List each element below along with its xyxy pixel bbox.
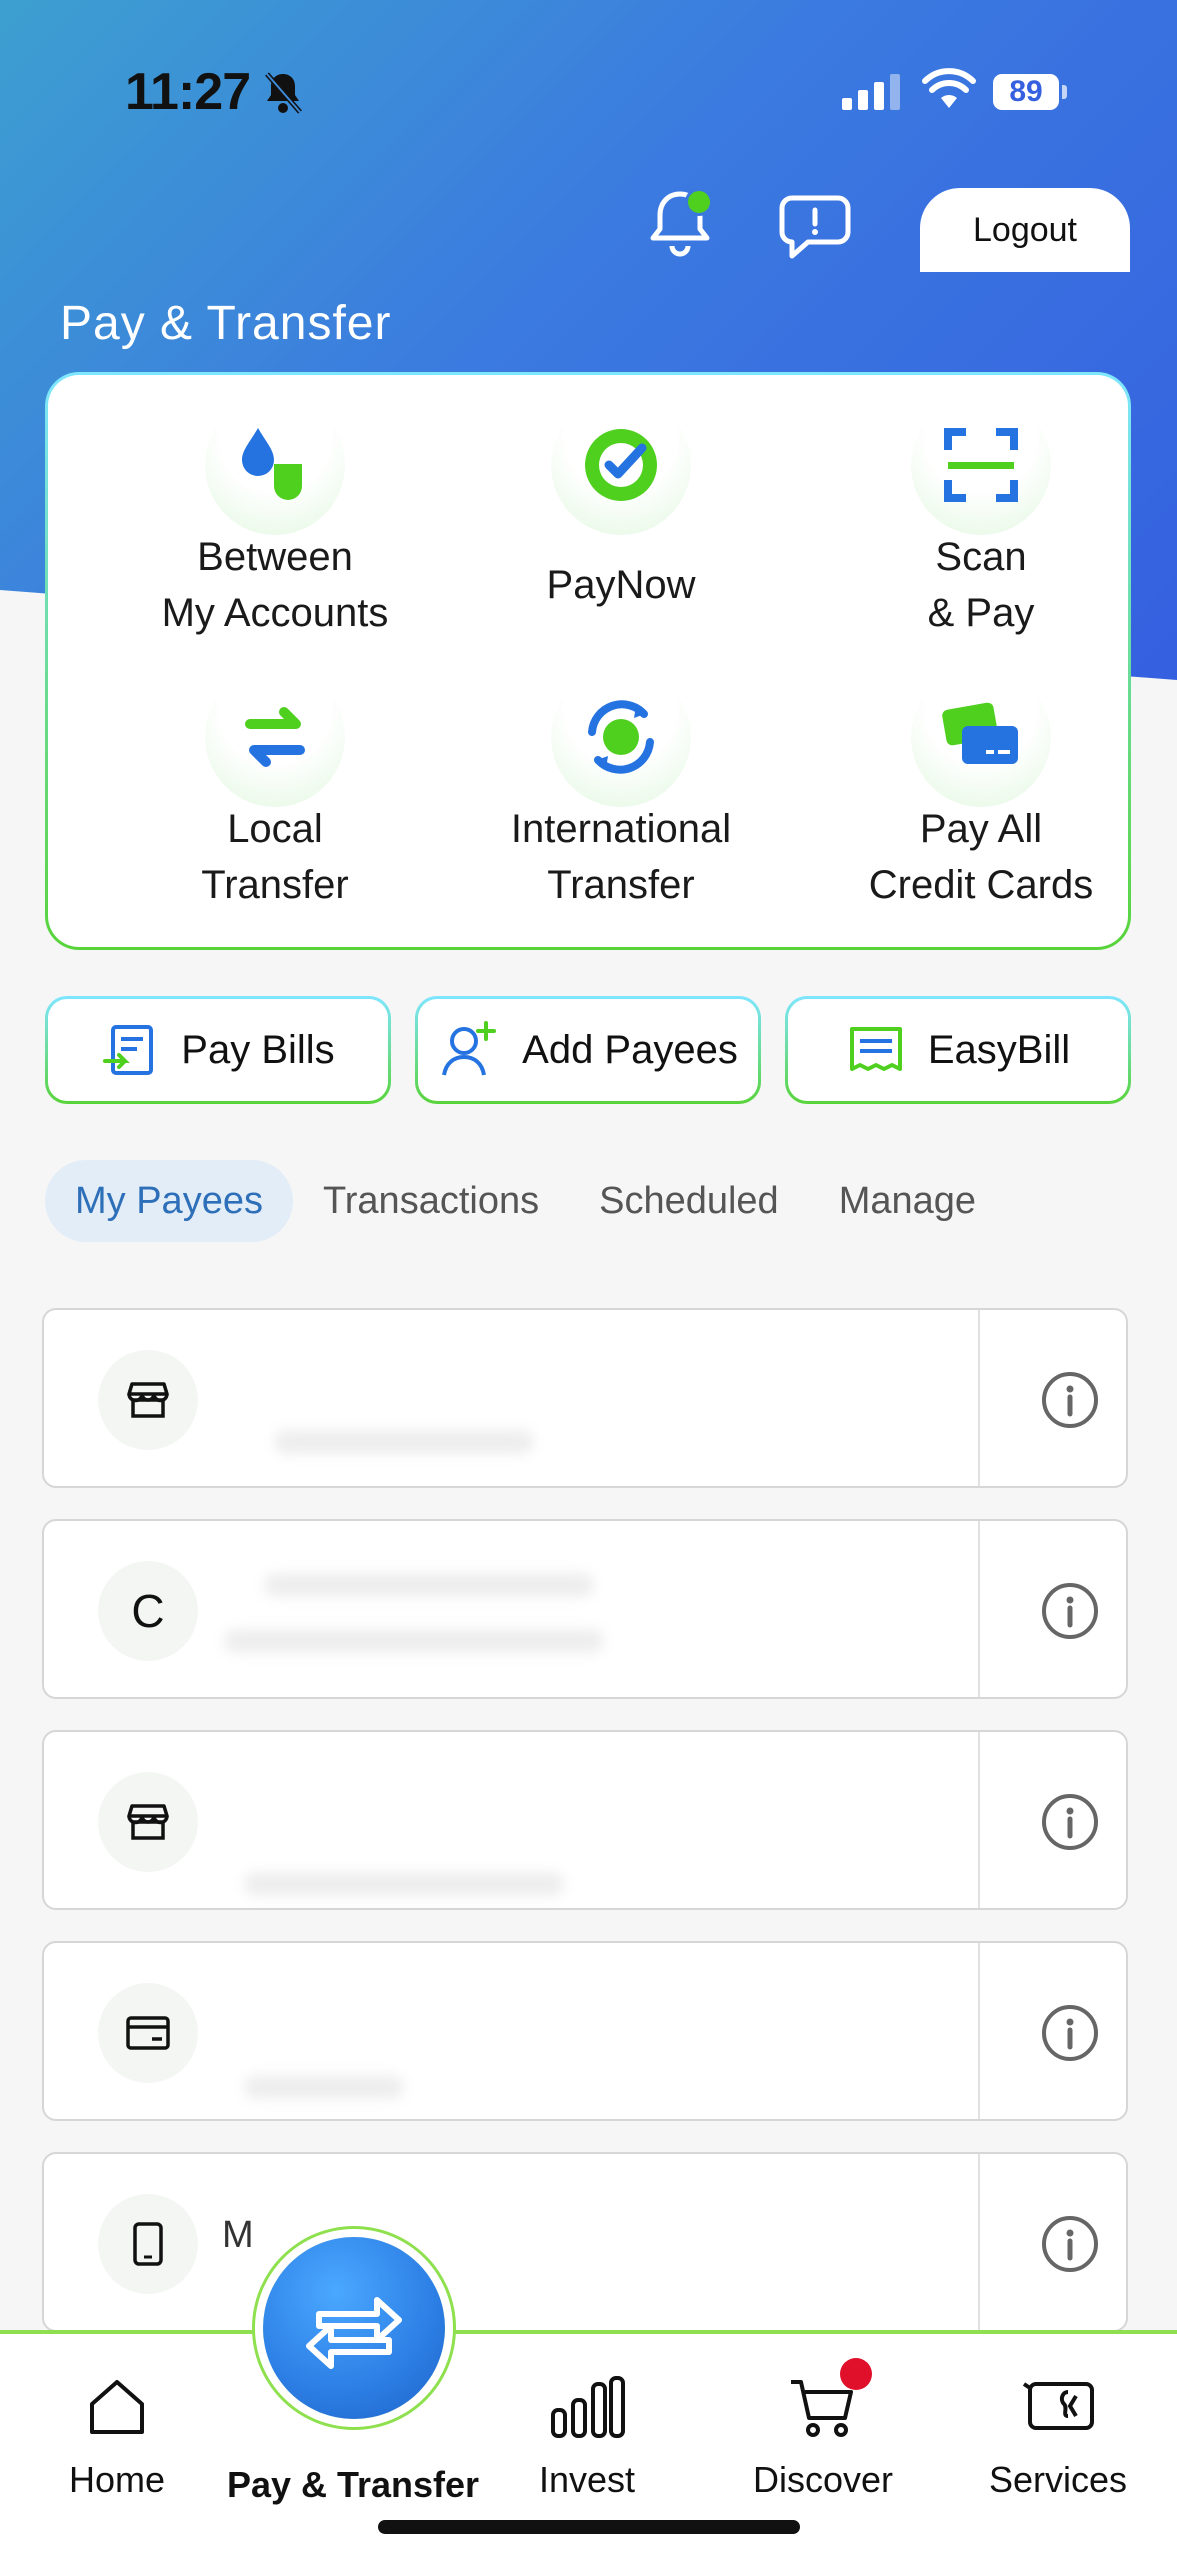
tab-my-payees[interactable]: My Payees xyxy=(45,1160,293,1242)
pay-bills-label: Pay Bills xyxy=(181,1027,335,1072)
payee-avatar-initial: C xyxy=(98,1561,198,1661)
row-divider xyxy=(978,1732,980,1908)
nav-home[interactable]: Home xyxy=(17,2374,217,2501)
nav-invest[interactable]: Invest xyxy=(487,2374,687,2501)
chat-button[interactable] xyxy=(778,192,852,262)
row-divider xyxy=(978,1310,980,1486)
easybill-button[interactable]: EasyBill xyxy=(785,996,1131,1104)
cell-signal-icon xyxy=(842,74,904,115)
paynow-button[interactable]: PayNow xyxy=(451,395,791,613)
add-payees-button[interactable]: Add Payees xyxy=(415,996,761,1104)
bill-icon xyxy=(103,1025,154,1075)
pay-bills-button[interactable]: Pay Bills xyxy=(45,996,391,1104)
redacted-detail xyxy=(224,1629,604,1653)
nav-label: Services xyxy=(988,2459,1128,2500)
row-divider xyxy=(978,2154,980,2330)
battery-indicator: 89 xyxy=(993,74,1067,110)
add-user-icon xyxy=(442,1021,497,1076)
redacted-name xyxy=(274,1430,534,1454)
international-transfer-icon xyxy=(551,667,691,807)
silent-bell-icon xyxy=(262,70,304,121)
pay-credit-cards-button[interactable]: Pay All Credit Cards xyxy=(811,667,1151,913)
notification-badge xyxy=(685,188,713,216)
redacted-name xyxy=(264,1573,594,1597)
easybill-label: EasyBill xyxy=(927,1027,1071,1072)
payee-row[interactable] xyxy=(42,1941,1128,2121)
transfer-icon xyxy=(306,2297,402,2369)
store-icon xyxy=(98,1350,198,1450)
tab-transactions[interactable]: Transactions xyxy=(293,1160,569,1242)
payee-row[interactable] xyxy=(42,1730,1128,1910)
credit-card-icon xyxy=(911,667,1051,807)
logout-button[interactable]: Logout xyxy=(920,188,1130,272)
services-icon xyxy=(1022,2382,1094,2430)
info-icon[interactable] xyxy=(1028,2202,1112,2286)
invest-icon xyxy=(551,2376,625,2438)
nav-services[interactable]: Services xyxy=(958,2374,1158,2501)
add-payees-label: Add Payees xyxy=(522,1027,738,1072)
card-icon xyxy=(98,1983,198,2083)
row-divider xyxy=(978,1521,980,1697)
payee-row[interactable] xyxy=(42,1308,1128,1488)
info-icon[interactable] xyxy=(1028,1991,1112,2075)
discover-badge xyxy=(840,2358,872,2390)
scan-icon xyxy=(911,395,1051,535)
redacted-name xyxy=(244,2075,404,2099)
tab-scheduled[interactable]: Scheduled xyxy=(569,1160,809,1242)
local-transfer-button[interactable]: Local Transfer xyxy=(105,667,445,913)
phone-icon xyxy=(98,2194,198,2294)
local-transfer-icon xyxy=(205,667,345,807)
nav-label: Invest xyxy=(538,2459,636,2500)
store-icon xyxy=(98,1772,198,1872)
info-icon[interactable] xyxy=(1028,1358,1112,1442)
tab-manage[interactable]: Manage xyxy=(809,1160,1006,1242)
chat-icon xyxy=(779,195,851,259)
nav-label: Pay & Transfer xyxy=(226,2464,480,2505)
between-accounts-button[interactable]: Between My Accounts xyxy=(105,395,445,641)
action-label: Local Transfer xyxy=(201,807,349,907)
wifi-icon xyxy=(922,68,976,115)
payee-row[interactable]: M xyxy=(42,2152,1128,2332)
action-label: Scan & Pay xyxy=(927,535,1035,635)
nav-label: Home xyxy=(68,2459,166,2500)
action-label: Between My Accounts xyxy=(161,535,389,635)
home-icon xyxy=(90,2380,144,2434)
receipt-icon xyxy=(849,1027,902,1071)
nav-pay-transfer[interactable]: Pay & Transfer xyxy=(213,2464,493,2506)
payee-tabs: My Payees Transactions Scheduled Manage xyxy=(45,1160,1006,1242)
action-label: PayNow xyxy=(546,563,696,607)
pay-transfer-fab[interactable] xyxy=(263,2237,445,2419)
action-label: International Transfer xyxy=(510,807,732,907)
international-transfer-button[interactable]: International Transfer xyxy=(451,667,791,913)
nav-label: Discover xyxy=(752,2459,894,2500)
payee-row[interactable]: C xyxy=(42,1519,1128,1699)
redacted-name xyxy=(244,1872,564,1896)
home-indicator xyxy=(378,2520,800,2534)
status-bar: 11:27 89 xyxy=(0,60,1177,130)
status-time: 11:27 xyxy=(125,63,251,121)
transfer-actions-card: Between My Accounts PayNow Scan & Pay Lo… xyxy=(45,372,1131,950)
payee-name: M xyxy=(222,2214,254,2256)
row-divider xyxy=(978,1943,980,2119)
info-icon[interactable] xyxy=(1028,1569,1112,1653)
page-title: Pay & Transfer xyxy=(60,297,392,350)
between-accounts-icon xyxy=(205,395,345,535)
info-icon[interactable] xyxy=(1028,1780,1112,1864)
scan-pay-button[interactable]: Scan & Pay xyxy=(811,395,1151,641)
action-label: Pay All Credit Cards xyxy=(868,807,1094,907)
paynow-icon xyxy=(551,395,691,535)
nav-discover[interactable]: Discover xyxy=(723,2374,923,2501)
